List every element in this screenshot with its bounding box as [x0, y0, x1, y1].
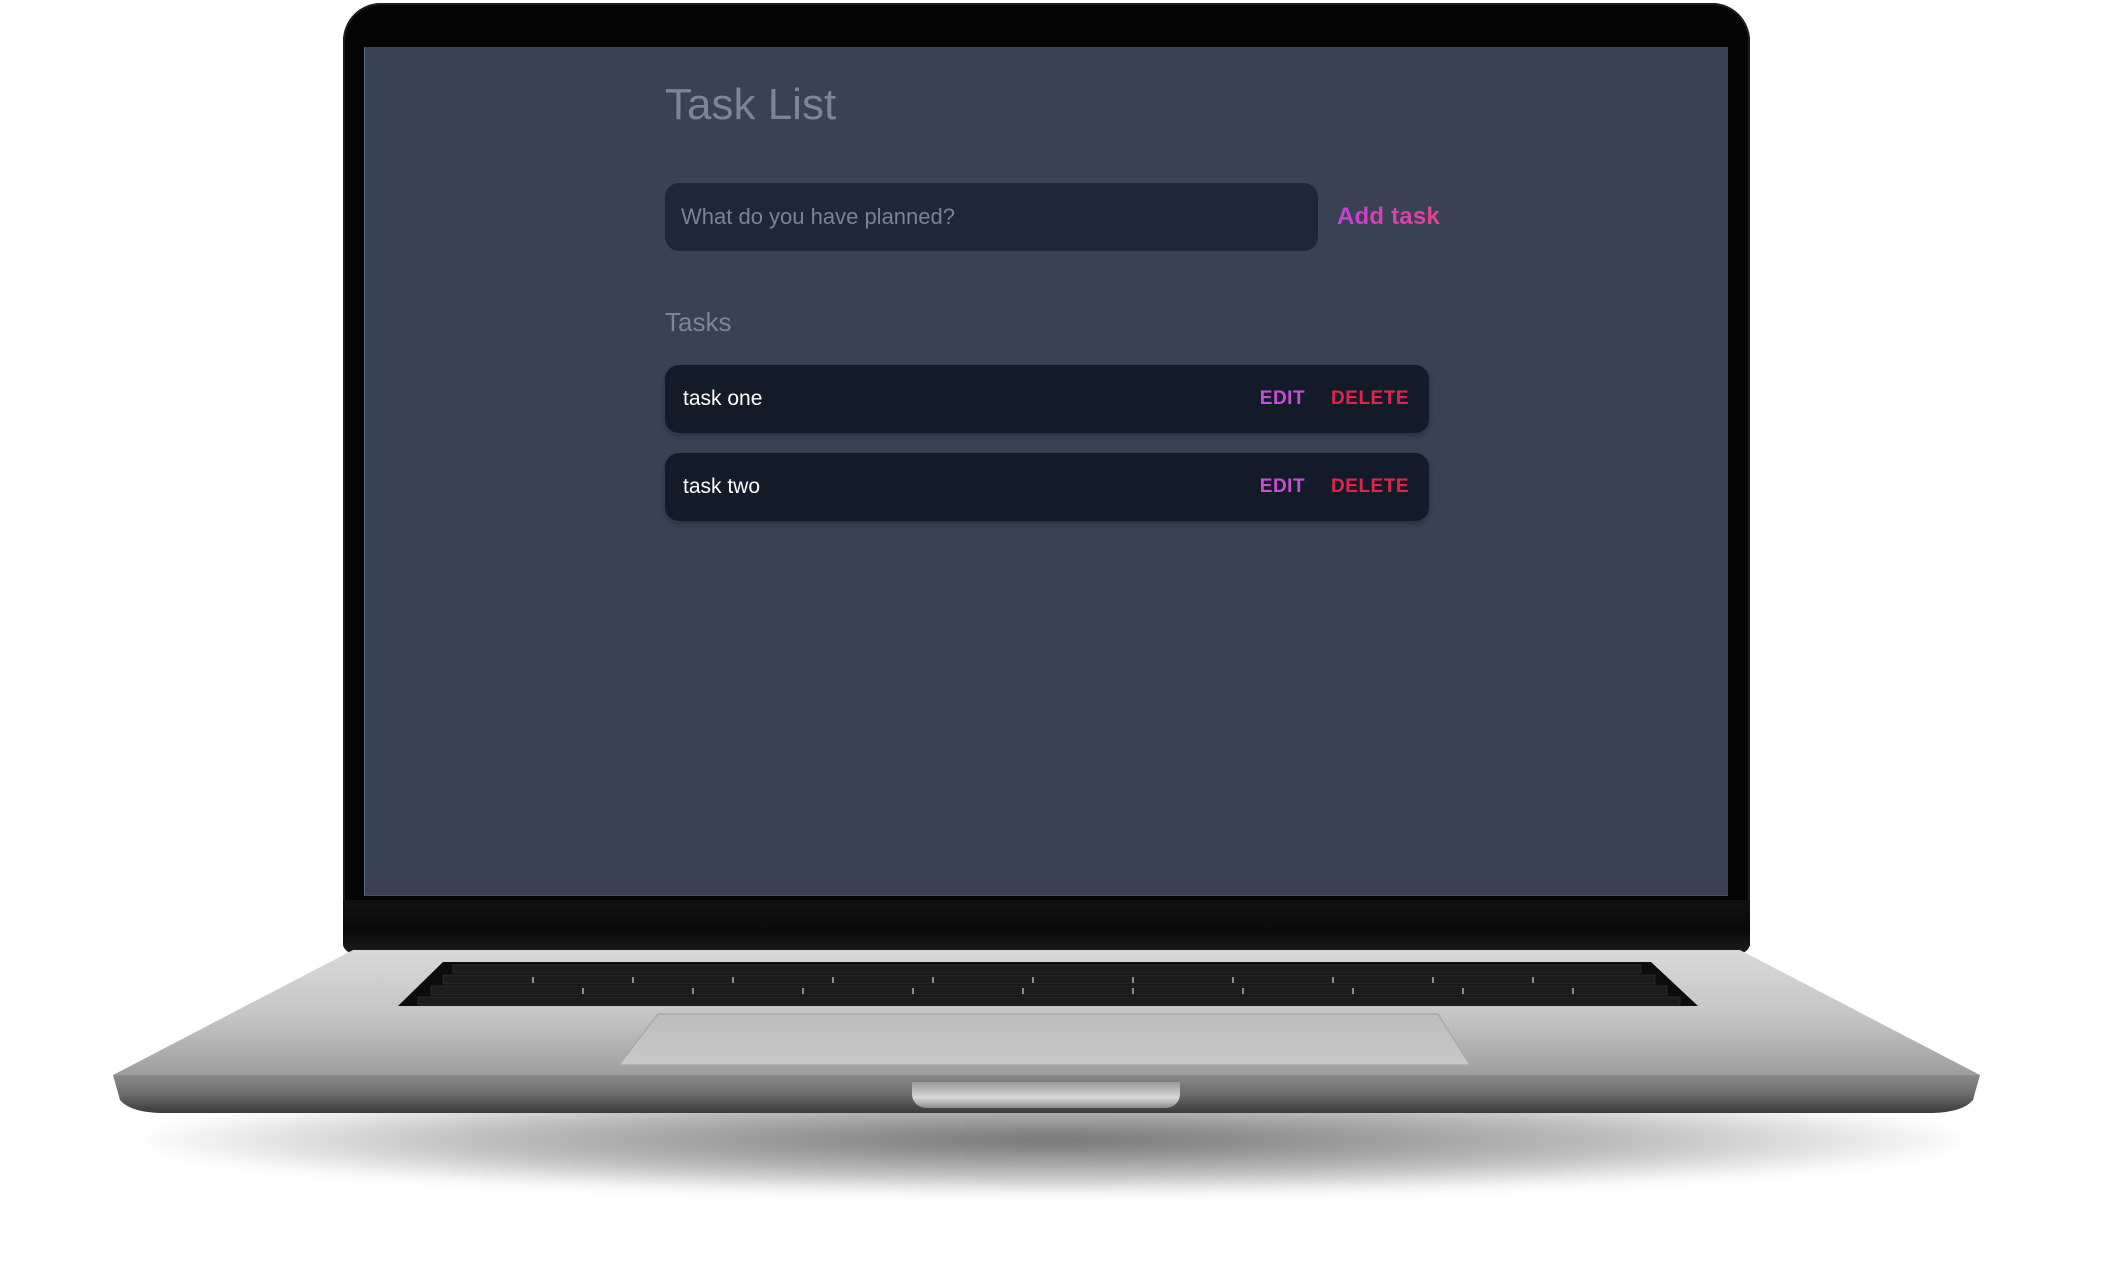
task-text: task two [683, 475, 761, 498]
delete-button[interactable]: DELETE [1331, 476, 1409, 497]
laptop-screen: Task List Add task Tasks task one EDIT DE… [364, 47, 1728, 896]
laptop-bezel [343, 900, 1750, 950]
laptop-mockup: Task List Add task Tasks task one EDIT DE… [0, 0, 2107, 1264]
page-title: Task List [665, 80, 837, 129]
edit-button[interactable]: EDIT [1260, 388, 1305, 409]
tasks-heading: Tasks [665, 307, 732, 337]
delete-button[interactable]: DELETE [1331, 388, 1409, 409]
task-list: task one EDIT DELETE task two EDIT DELETE [665, 365, 1429, 541]
task-actions: EDIT DELETE [1260, 453, 1409, 521]
task-app: Task List Add task Tasks task one EDIT DE… [665, 75, 1445, 521]
edit-button[interactable]: EDIT [1260, 476, 1305, 497]
task-item: task two EDIT DELETE [665, 453, 1429, 521]
task-input[interactable] [665, 183, 1318, 251]
task-text: task one [683, 387, 763, 410]
task-item: task one EDIT DELETE [665, 365, 1429, 433]
task-actions: EDIT DELETE [1260, 365, 1409, 433]
add-task-button[interactable]: Add task [1337, 183, 1440, 251]
laptop-notch [912, 1082, 1180, 1108]
add-task-form: Add task [665, 183, 1445, 251]
